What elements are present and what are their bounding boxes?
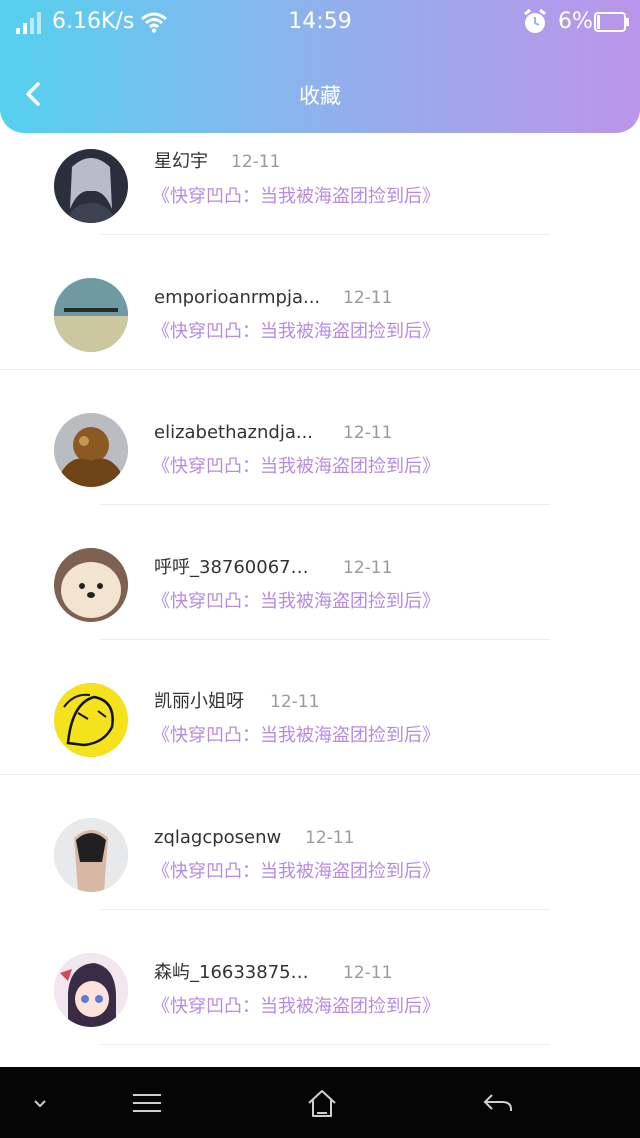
avatar[interactable] bbox=[54, 683, 128, 757]
user-name[interactable]: 呼呼_38760067… bbox=[154, 555, 309, 581]
post-date: 12-11 bbox=[305, 828, 355, 848]
divider bbox=[100, 1044, 550, 1045]
list-item[interactable]: 凯丽小姐呀 12-11 《快穿凹凸：当我被海盗团捡到后》 bbox=[0, 640, 640, 775]
user-name[interactable]: 星幻宇 bbox=[154, 149, 208, 175]
alarm-icon bbox=[524, 9, 546, 33]
page-title: 收藏 bbox=[299, 84, 341, 108]
avatar[interactable] bbox=[54, 953, 128, 1027]
post-date: 12-11 bbox=[343, 963, 393, 983]
post-date: 12-11 bbox=[343, 288, 393, 308]
avatar[interactable] bbox=[54, 413, 128, 487]
list-item[interactable]: emporioanrmpja... 12-11 《快穿凹凸：当我被海盗团捡到后》 bbox=[0, 235, 640, 370]
header: 6.16K/s 14:59 6% 收藏 bbox=[0, 0, 640, 133]
user-name[interactable]: 森屿_16633875… bbox=[154, 960, 309, 986]
favorites-screen: 6.16K/s 14:59 6% 收藏 星幻宇 12-11 《快穿凹凸：当我被海… bbox=[0, 0, 640, 1138]
book-title[interactable]: 《快穿凹凸：当我被海盗团捡到后》 bbox=[152, 589, 440, 615]
post-date: 12-11 bbox=[343, 558, 393, 578]
avatar[interactable] bbox=[54, 818, 128, 892]
post-date: 12-11 bbox=[343, 423, 393, 443]
list-item[interactable]: elizabethazndja... 12-11 《快穿凹凸：当我被海盗团捡到后… bbox=[0, 370, 640, 505]
avatar[interactable] bbox=[54, 149, 128, 223]
battery-icon bbox=[594, 12, 629, 32]
book-title[interactable]: 《快穿凹凸：当我被海盗团捡到后》 bbox=[152, 319, 440, 345]
back-icon[interactable] bbox=[480, 1085, 516, 1121]
collapse-icon[interactable] bbox=[22, 1085, 58, 1121]
menu-icon[interactable] bbox=[129, 1085, 165, 1121]
home-icon[interactable] bbox=[304, 1085, 340, 1121]
favorites-list: 星幻宇 12-11 《快穿凹凸：当我被海盗团捡到后》 emporioanrmpj… bbox=[0, 100, 640, 1067]
book-title[interactable]: 《快穿凹凸：当我被海盗团捡到后》 bbox=[152, 184, 440, 210]
user-name[interactable]: emporioanrmpja... bbox=[154, 285, 320, 311]
nav-bar: 收藏 bbox=[0, 60, 640, 132]
book-title[interactable]: 《快穿凹凸：当我被海盗团捡到后》 bbox=[152, 994, 440, 1020]
list-item[interactable]: 呼呼_38760067… 12-11 《快穿凹凸：当我被海盗团捡到后》 bbox=[0, 505, 640, 640]
user-name[interactable]: zqlagcposenw bbox=[154, 825, 281, 851]
post-date: 12-11 bbox=[270, 692, 320, 712]
user-name[interactable]: elizabethazndja... bbox=[154, 420, 313, 446]
avatar[interactable] bbox=[54, 278, 128, 352]
user-name[interactable]: 凯丽小姐呀 bbox=[154, 689, 244, 715]
list-item[interactable]: 森屿_16633875… 12-11 《快穿凹凸：当我被海盗团捡到后》 bbox=[0, 910, 640, 1045]
system-nav-bar bbox=[0, 1067, 640, 1138]
status-bar: 6.16K/s 14:59 6% bbox=[0, 0, 640, 46]
book-title[interactable]: 《快穿凹凸：当我被海盗团捡到后》 bbox=[152, 454, 440, 480]
list-item[interactable]: zqlagcposenw 12-11 《快穿凹凸：当我被海盗团捡到后》 bbox=[0, 775, 640, 910]
avatar[interactable] bbox=[54, 548, 128, 622]
battery-percent: 6% bbox=[558, 9, 593, 34]
post-date: 12-11 bbox=[231, 152, 281, 172]
book-title[interactable]: 《快穿凹凸：当我被海盗团捡到后》 bbox=[152, 859, 440, 885]
book-title[interactable]: 《快穿凹凸：当我被海盗团捡到后》 bbox=[152, 723, 440, 749]
